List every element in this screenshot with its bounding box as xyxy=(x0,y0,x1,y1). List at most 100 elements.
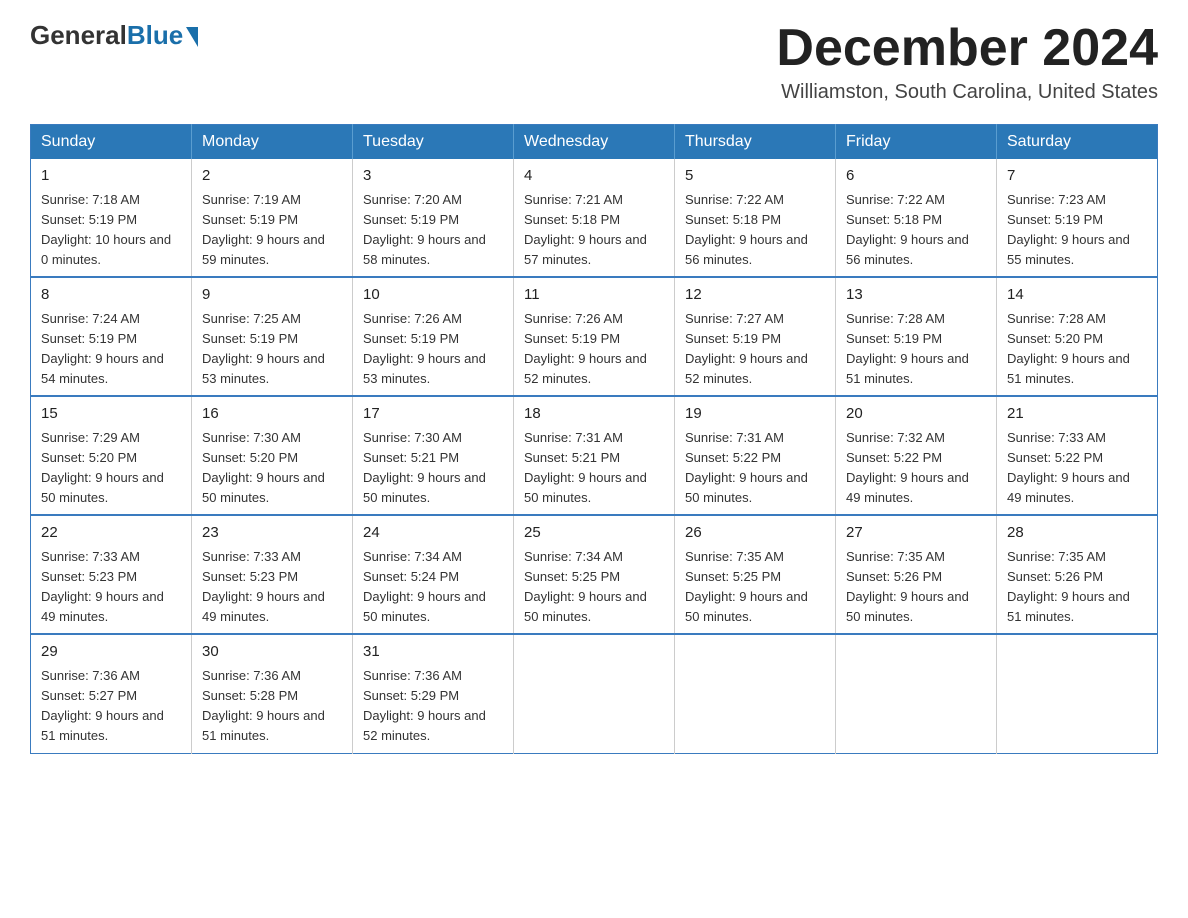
day-number: 21 xyxy=(1007,403,1147,426)
title-area: December 2024 Williamston, South Carolin… xyxy=(776,20,1158,104)
calendar-cell: 31Sunrise: 7:36 AMSunset: 5:29 PMDayligh… xyxy=(353,634,514,753)
day-info: Sunrise: 7:22 AMSunset: 5:18 PMDaylight:… xyxy=(846,190,986,271)
calendar-week-row: 22 Sunrise: 7:33 AMSunset: 5:23 PMDayligh… xyxy=(31,515,1158,634)
day-number: 3 xyxy=(363,165,503,188)
calendar-cell: 9Sunrise: 7:25 AMSunset: 5:19 PMDaylight… xyxy=(192,277,353,396)
day-number: 10 xyxy=(363,284,503,307)
day-number: 28 xyxy=(1007,522,1147,545)
day-info: Sunrise: 7:28 AMSunset: 5:20 PMDaylight:… xyxy=(1007,309,1147,390)
calendar-cell: 24Sunrise: 7:34 AMSunset: 5:24 PMDayligh… xyxy=(353,515,514,634)
calendar-cell: 5Sunrise: 7:22 AMSunset: 5:18 PMDaylight… xyxy=(675,159,836,277)
calendar-cell: 25Sunrise: 7:34 AMSunset: 5:25 PMDayligh… xyxy=(514,515,675,634)
day-number: 4 xyxy=(524,165,664,188)
calendar-cell xyxy=(514,634,675,753)
calendar-cell: 6Sunrise: 7:22 AMSunset: 5:18 PMDaylight… xyxy=(836,159,997,277)
calendar-cell: 11Sunrise: 7:26 AMSunset: 5:19 PMDayligh… xyxy=(514,277,675,396)
logo-general-text: General xyxy=(30,20,127,51)
day-number: 29 xyxy=(41,641,181,664)
day-info: Sunrise: 7:36 AMSunset: 5:27 PMDaylight:… xyxy=(41,666,181,747)
calendar-cell: 16Sunrise: 7:30 AMSunset: 5:20 PMDayligh… xyxy=(192,396,353,515)
calendar-cell: 23Sunrise: 7:33 AMSunset: 5:23 PMDayligh… xyxy=(192,515,353,634)
day-info: Sunrise: 7:28 AMSunset: 5:19 PMDaylight:… xyxy=(846,309,986,390)
day-number: 27 xyxy=(846,522,986,545)
calendar-cell: 21Sunrise: 7:33 AMSunset: 5:22 PMDayligh… xyxy=(997,396,1158,515)
day-info: Sunrise: 7:24 AMSunset: 5:19 PMDaylight:… xyxy=(41,309,181,390)
day-number: 13 xyxy=(846,284,986,307)
calendar-subtitle: Williamston, South Carolina, United Stat… xyxy=(776,81,1158,104)
day-number: 22 xyxy=(41,522,181,545)
day-info: Sunrise: 7:32 AMSunset: 5:22 PMDaylight:… xyxy=(846,428,986,509)
day-info: Sunrise: 7:35 AMSunset: 5:26 PMDaylight:… xyxy=(846,547,986,628)
day-info: Sunrise: 7:33 AMSunset: 5:22 PMDaylight:… xyxy=(1007,428,1147,509)
header-thursday: Thursday xyxy=(675,125,836,160)
calendar-cell: 4Sunrise: 7:21 AMSunset: 5:18 PMDaylight… xyxy=(514,159,675,277)
calendar-cell: 13Sunrise: 7:28 AMSunset: 5:19 PMDayligh… xyxy=(836,277,997,396)
day-number: 5 xyxy=(685,165,825,188)
day-number: 16 xyxy=(202,403,342,426)
calendar-cell: 3Sunrise: 7:20 AMSunset: 5:19 PMDaylight… xyxy=(353,159,514,277)
calendar-cell: 12Sunrise: 7:27 AMSunset: 5:19 PMDayligh… xyxy=(675,277,836,396)
day-number: 14 xyxy=(1007,284,1147,307)
day-number: 8 xyxy=(41,284,181,307)
logo-triangle-icon xyxy=(186,27,198,47)
calendar-week-row: 1Sunrise: 7:18 AMSunset: 5:19 PMDaylight… xyxy=(31,159,1158,277)
calendar-cell: 8Sunrise: 7:24 AMSunset: 5:19 PMDaylight… xyxy=(31,277,192,396)
calendar-cell: 29Sunrise: 7:36 AMSunset: 5:27 PMDayligh… xyxy=(31,634,192,753)
logo-blue-text: Blue xyxy=(127,20,183,51)
calendar-cell: 18Sunrise: 7:31 AMSunset: 5:21 PMDayligh… xyxy=(514,396,675,515)
calendar-week-row: 15Sunrise: 7:29 AMSunset: 5:20 PMDayligh… xyxy=(31,396,1158,515)
calendar-cell xyxy=(997,634,1158,753)
day-info: Sunrise: 7:22 AMSunset: 5:18 PMDaylight:… xyxy=(685,190,825,271)
day-info: Sunrise: 7:30 AMSunset: 5:21 PMDaylight:… xyxy=(363,428,503,509)
day-info: Sunrise: 7:34 AMSunset: 5:25 PMDaylight:… xyxy=(524,547,664,628)
day-info: Sunrise: 7:26 AMSunset: 5:19 PMDaylight:… xyxy=(363,309,503,390)
day-number: 2 xyxy=(202,165,342,188)
day-info: Sunrise: 7:36 AMSunset: 5:29 PMDaylight:… xyxy=(363,666,503,747)
calendar-cell: 27Sunrise: 7:35 AMSunset: 5:26 PMDayligh… xyxy=(836,515,997,634)
header-tuesday: Tuesday xyxy=(353,125,514,160)
calendar-cell: 22Sunrise: 7:33 AMSunset: 5:23 PMDayligh… xyxy=(31,515,192,634)
day-info: Sunrise: 7:30 AMSunset: 5:20 PMDaylight:… xyxy=(202,428,342,509)
day-info: Sunrise: 7:33 AMSunset: 5:23 PMDaylight:… xyxy=(202,547,342,628)
header-sunday: Sunday xyxy=(31,125,192,160)
calendar-table: Sunday Monday Tuesday Wednesday Thursday… xyxy=(30,124,1158,753)
logo: General Blue xyxy=(30,20,198,51)
header-saturday: Saturday xyxy=(997,125,1158,160)
day-number: 23 xyxy=(202,522,342,545)
day-info: Sunrise: 7:26 AMSunset: 5:19 PMDaylight:… xyxy=(524,309,664,390)
calendar-cell: 26Sunrise: 7:35 AMSunset: 5:25 PMDayligh… xyxy=(675,515,836,634)
day-number: 6 xyxy=(846,165,986,188)
day-number: 26 xyxy=(685,522,825,545)
calendar-cell: 7Sunrise: 7:23 AMSunset: 5:19 PMDaylight… xyxy=(997,159,1158,277)
day-number: 18 xyxy=(524,403,664,426)
day-info: Sunrise: 7:21 AMSunset: 5:18 PMDaylight:… xyxy=(524,190,664,271)
day-info: Sunrise: 7:31 AMSunset: 5:21 PMDaylight:… xyxy=(524,428,664,509)
calendar-cell: 15Sunrise: 7:29 AMSunset: 5:20 PMDayligh… xyxy=(31,396,192,515)
day-number: 12 xyxy=(685,284,825,307)
calendar-cell: 17Sunrise: 7:30 AMSunset: 5:21 PMDayligh… xyxy=(353,396,514,515)
header-friday: Friday xyxy=(836,125,997,160)
day-number: 11 xyxy=(524,284,664,307)
day-number: 25 xyxy=(524,522,664,545)
day-number: 15 xyxy=(41,403,181,426)
day-info: Sunrise: 7:27 AMSunset: 5:19 PMDaylight:… xyxy=(685,309,825,390)
calendar-cell: 1Sunrise: 7:18 AMSunset: 5:19 PMDaylight… xyxy=(31,159,192,277)
day-info: Sunrise: 7:20 AMSunset: 5:19 PMDaylight:… xyxy=(363,190,503,271)
header-wednesday: Wednesday xyxy=(514,125,675,160)
calendar-cell: 2Sunrise: 7:19 AMSunset: 5:19 PMDaylight… xyxy=(192,159,353,277)
day-info: Sunrise: 7:19 AMSunset: 5:19 PMDaylight:… xyxy=(202,190,342,271)
calendar-cell: 10Sunrise: 7:26 AMSunset: 5:19 PMDayligh… xyxy=(353,277,514,396)
day-number: 7 xyxy=(1007,165,1147,188)
day-info: Sunrise: 7:35 AMSunset: 5:25 PMDaylight:… xyxy=(685,547,825,628)
calendar-cell xyxy=(675,634,836,753)
day-info: Sunrise: 7:25 AMSunset: 5:19 PMDaylight:… xyxy=(202,309,342,390)
page-header: General Blue December 2024 Williamston, … xyxy=(30,20,1158,104)
calendar-cell: 14Sunrise: 7:28 AMSunset: 5:20 PMDayligh… xyxy=(997,277,1158,396)
day-number: 24 xyxy=(363,522,503,545)
calendar-cell: 19Sunrise: 7:31 AMSunset: 5:22 PMDayligh… xyxy=(675,396,836,515)
calendar-title: December 2024 xyxy=(776,20,1158,77)
day-number: 30 xyxy=(202,641,342,664)
day-info: Sunrise: 7:35 AMSunset: 5:26 PMDaylight:… xyxy=(1007,547,1147,628)
day-info: Sunrise: 7:36 AMSunset: 5:28 PMDaylight:… xyxy=(202,666,342,747)
day-number: 1 xyxy=(41,165,181,188)
